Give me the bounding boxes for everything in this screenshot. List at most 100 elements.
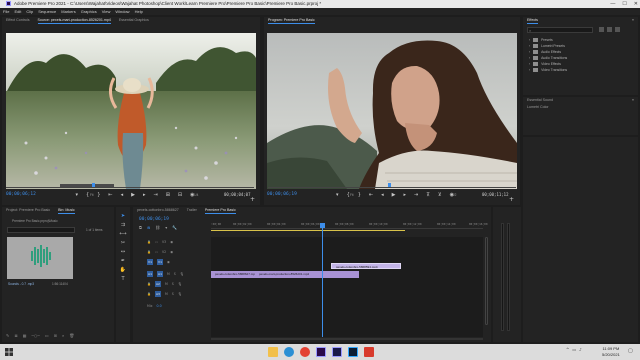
mix-value[interactable]: 0.0: [157, 304, 162, 308]
program-playhead[interactable]: [388, 183, 391, 187]
track-label-v1[interactable]: V1: [157, 258, 163, 265]
premiere-taskbar-icon[interactable]: [316, 347, 326, 357]
timeline-playhead-handle[interactable]: [320, 223, 325, 228]
razor-tool-icon[interactable]: ✂: [121, 240, 125, 246]
linked-selection-icon[interactable]: ⛓: [155, 225, 160, 230]
close-button[interactable]: ✕: [634, 0, 638, 8]
project-search-input[interactable]: [7, 227, 75, 233]
tab-program[interactable]: Program: Premiere Pro Basic: [268, 17, 315, 24]
source-patch-a1[interactable]: A1: [147, 270, 153, 277]
tab-effect-controls[interactable]: Effect Controls: [6, 17, 30, 24]
tab-sequence-cottonbro[interactable]: pexels-cottonbro-5868627: [137, 207, 179, 214]
minimize-button[interactable]: —: [610, 0, 615, 8]
hand-tool-icon[interactable]: ✋: [120, 267, 126, 273]
program-timecode[interactable]: 00;00;06;19: [267, 192, 297, 197]
track-select-tool-icon[interactable]: ⇉: [121, 222, 125, 228]
project-item-thumbnail[interactable]: [7, 237, 73, 279]
work-area-bar[interactable]: [211, 230, 405, 231]
solo-button[interactable]: S: [174, 272, 176, 276]
trash-icon[interactable]: 🗑: [69, 333, 74, 338]
mark-out-icon[interactable]: }: [358, 192, 361, 198]
tab-sequence-premiere-basic[interactable]: Premiere Pro Basic: [204, 207, 236, 214]
tab-sequence-trailer[interactable]: Trailer: [187, 207, 197, 214]
menu-markers[interactable]: Markers: [61, 8, 75, 15]
mic-icon[interactable]: 🎙: [180, 272, 184, 276]
pencil-icon[interactable]: ✎: [6, 333, 9, 338]
step-forward-icon[interactable]: ▸: [143, 192, 146, 198]
track-label-a1[interactable]: A1: [157, 270, 163, 277]
source-playhead[interactable]: [92, 183, 95, 187]
project-item-name[interactable]: Sounds - 0.7 .mp3: [8, 282, 34, 286]
network-icon[interactable]: ▭: [572, 347, 576, 352]
tab-project[interactable]: Project: Premiere Pro Basic: [6, 207, 50, 214]
source-add-button[interactable]: +: [250, 196, 255, 203]
new-item-icon[interactable]: ⊞: [54, 333, 57, 338]
timeline-track-area[interactable]: pexels-cottonbro-5868594.mp4 pexels-cott…: [211, 237, 483, 337]
tab-bin-music[interactable]: Bin: Music: [58, 207, 75, 214]
mute-button[interactable]: M: [167, 272, 170, 276]
timeline-horizontal-scrollbar[interactable]: [211, 338, 483, 340]
effects-folder-video-transitions[interactable]: › Video Transitions: [529, 67, 567, 73]
photoshop-icon[interactable]: [348, 347, 358, 357]
program-scrub-bar[interactable]: [268, 183, 516, 188]
eye-icon[interactable]: ◉: [170, 240, 173, 244]
panel-menu-icon[interactable]: ≡: [632, 97, 634, 104]
nest-icon[interactable]: ⧉: [139, 225, 142, 230]
type-tool-icon[interactable]: T: [121, 276, 124, 282]
timeline-clip[interactable]: pexels-cottonbro-5868627.mp4 [V]: [211, 271, 255, 278]
program-add-button[interactable]: +: [509, 196, 514, 203]
source-scrub-bar[interactable]: [6, 183, 254, 188]
ripple-edit-tool-icon[interactable]: ⟷: [119, 231, 126, 237]
menu-clip[interactable]: Clip: [26, 8, 33, 15]
effects-title[interactable]: Effects: [527, 17, 538, 24]
menu-view[interactable]: View: [102, 8, 111, 15]
essential-sound-tab[interactable]: Essential Sound: [527, 97, 553, 104]
mark-out-icon[interactable]: }: [97, 192, 100, 198]
chrome-icon[interactable]: [300, 347, 310, 357]
eye-icon[interactable]: ◉: [167, 260, 170, 264]
slip-tool-icon[interactable]: ↔: [121, 249, 125, 255]
lock-icon[interactable]: 🔒: [147, 250, 151, 254]
volume-icon[interactable]: ♪: [579, 347, 582, 352]
program-video-frame[interactable]: [267, 33, 517, 189]
track-label-a3[interactable]: A3: [154, 290, 161, 297]
source-timecode[interactable]: 00;00;06;12: [6, 192, 36, 197]
lock-icon[interactable]: 🔒: [147, 282, 151, 286]
mute-button[interactable]: M: [165, 292, 168, 296]
chevron-up-icon[interactable]: ^: [566, 347, 569, 352]
new-bin-icon[interactable]: ▭: [45, 333, 49, 338]
go-to-in-icon[interactable]: ⇤: [108, 192, 112, 198]
mark-in-icon[interactable]: {: [86, 192, 89, 198]
timeline-clip[interactable]: pexels-cottonbro-5868594.mp4: [331, 263, 401, 269]
menu-window[interactable]: Window: [115, 8, 129, 15]
32bit-filter-icon[interactable]: [607, 27, 612, 32]
pen-tool-icon[interactable]: ✒: [121, 258, 125, 264]
step-back-icon[interactable]: ◂: [381, 192, 384, 198]
mute-button[interactable]: M: [165, 282, 168, 286]
add-marker-icon[interactable]: ▾: [165, 225, 167, 230]
source-video-frame[interactable]: [6, 33, 256, 189]
marker-icon[interactable]: ▾: [76, 192, 79, 198]
sync-lock-icon[interactable]: ▭: [155, 250, 158, 254]
tab-essential-graphics[interactable]: Essential Graphics: [119, 17, 149, 24]
go-to-in-icon[interactable]: ⇤: [369, 192, 373, 198]
lift-icon[interactable]: ⊼: [426, 192, 430, 198]
marker-icon[interactable]: ▾: [336, 192, 339, 198]
edge-icon[interactable]: [284, 347, 294, 357]
sync-lock-icon[interactable]: ▭: [155, 240, 158, 244]
menu-sequence[interactable]: Sequence: [38, 8, 56, 15]
play-icon[interactable]: ▶: [392, 192, 396, 198]
clock[interactable]: 11:09 PM 5/20/2021: [602, 346, 620, 357]
mic-icon[interactable]: 🎙: [178, 292, 182, 296]
timeline-timecode[interactable]: 00;00;06;19: [139, 217, 169, 222]
step-forward-icon[interactable]: ▸: [404, 192, 407, 198]
timeline-scrollbar[interactable]: [485, 237, 488, 325]
panel-menu-icon[interactable]: ≡: [632, 17, 634, 24]
mark-in-icon[interactable]: {: [347, 192, 350, 198]
lumetri-color-tab[interactable]: Lumetri Color: [527, 104, 549, 111]
overwrite-icon[interactable]: ⊟: [178, 192, 182, 198]
menu-file[interactable]: File: [3, 8, 9, 15]
snap-icon[interactable]: ⋒: [147, 225, 150, 230]
icon-view-icon[interactable]: ▦: [23, 333, 27, 338]
insert-icon[interactable]: ⊞: [166, 192, 170, 198]
